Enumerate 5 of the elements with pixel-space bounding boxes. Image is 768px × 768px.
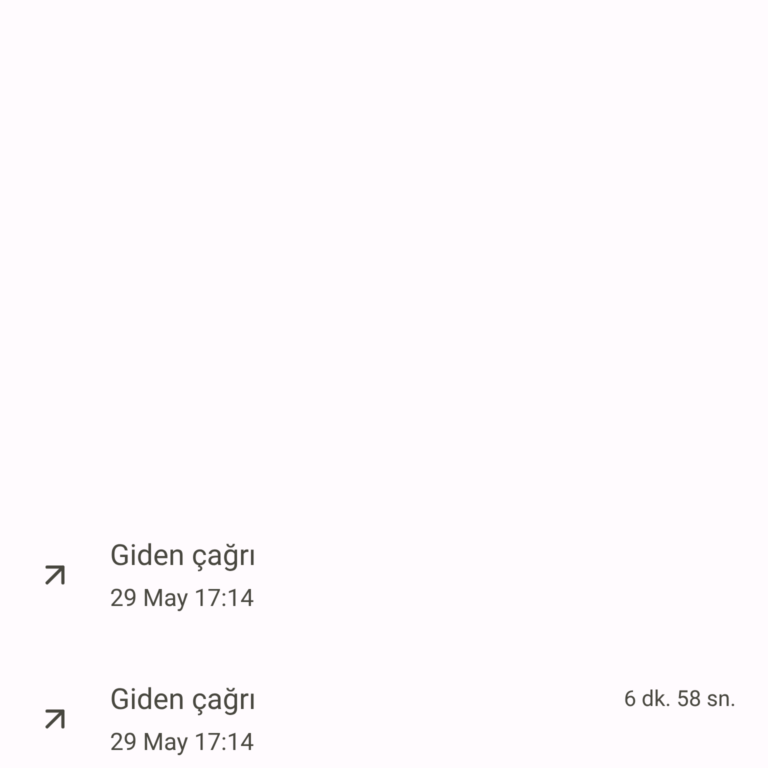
call-date: 29 May 17:14: [110, 583, 255, 614]
call-date: 29 May 17:14: [110, 727, 255, 758]
call-duration: 6 dk. 58 sn.: [624, 686, 737, 714]
call-type: Giden çağrı: [110, 682, 257, 719]
call-type: Giden çağrı: [110, 538, 257, 575]
